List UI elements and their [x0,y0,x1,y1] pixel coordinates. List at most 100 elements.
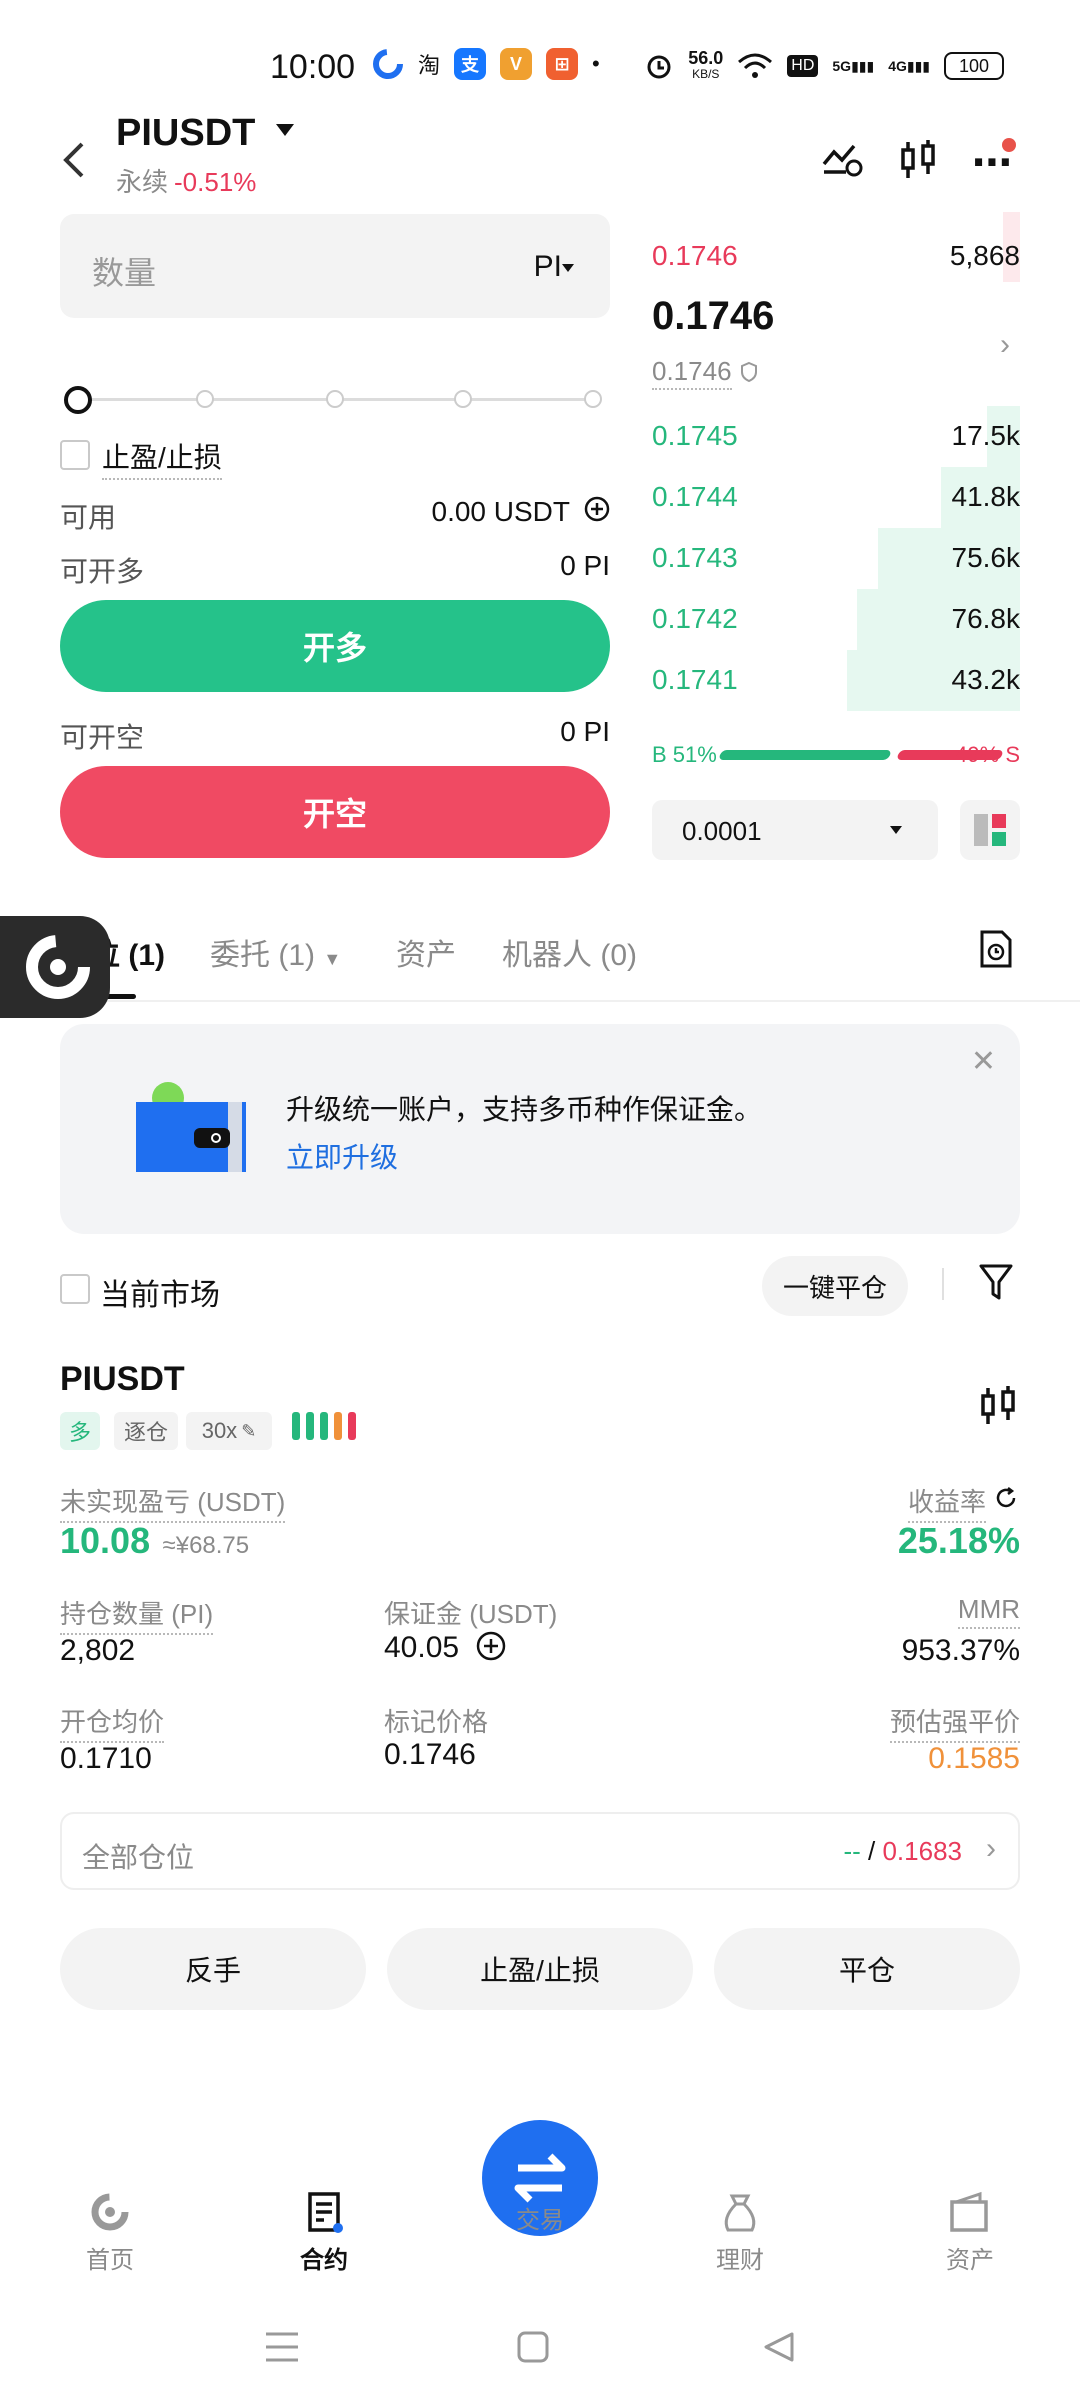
add-funds-icon[interactable] [584,496,610,522]
upl-label[interactable]: 未实现盈亏 (USDT) [60,1482,286,1523]
home-icon [91,2193,129,2231]
quantity-unit[interactable]: PI [534,250,562,284]
reverse-button[interactable]: 反手 [60,1928,366,2010]
slider-handle[interactable] [64,386,92,414]
bid-price[interactable]: 0.1745 [652,420,738,452]
ask-price[interactable]: 0.1746 [652,240,738,272]
tpsl-button[interactable]: 止盈/止损 [387,1928,693,2010]
current-market-label[interactable]: 当前市场 [100,1270,220,1314]
nav-home[interactable]: 首页 [50,2190,170,2275]
leverage-badge[interactable]: 30x ✎ [186,1412,272,1450]
ask-qty[interactable]: 5,868 [950,240,1020,272]
slider-step-75[interactable] [454,390,472,408]
status-time: 10:00 [270,48,356,86]
nav-finance[interactable]: 理财 [680,2190,800,2275]
open-long-button[interactable]: 开多 [60,600,610,692]
liq-price-value: 0.1585 [928,1742,1020,1775]
all-positions-row[interactable]: 全部仓位 -- / 0.1683 › [60,1812,1020,1890]
candlestick-chart-icon[interactable] [898,138,938,182]
margin-mode-badge: 逐仓 [114,1412,178,1450]
precision-select[interactable]: 0.0001 [652,800,938,860]
status-system-icons: 56.0 KB/S HD 5G▮▮▮ 4G▮▮▮ 100 [644,48,1004,82]
net-speed: 56.0 KB/S [688,48,724,81]
size-label[interactable]: 持仓数量 (PI) [60,1594,214,1635]
entry-price-value: 0.1710 [60,1742,152,1775]
tab-orders[interactable]: 委托 (1) ▼ [210,930,341,974]
current-market-checkbox[interactable] [60,1274,90,1304]
chevron-down-icon [890,826,902,834]
add-margin-icon[interactable] [475,1630,507,1662]
slider-step-50[interactable] [326,390,344,408]
upgrade-link[interactable]: 立即升级 [286,1136,398,1176]
margin-value-group: 40.05 [384,1630,507,1665]
mmr-value: 953.37% [901,1634,1020,1667]
upl-value-group: 10.08 ≈¥68.75 [60,1520,249,1562]
sell-ratio: 49% S [955,742,1020,767]
side-badge: 多 [60,1412,100,1450]
tpsl-label[interactable]: 止盈/止损 [102,436,222,480]
roi-label[interactable]: 收益率 [907,1482,986,1523]
taobao-icon: 淘 [418,53,441,78]
status-app-icons: 淘 支 V ⊞ • [372,48,600,80]
bid-price[interactable]: 0.1742 [652,603,738,635]
pair-dropdown-icon[interactable] [276,124,294,136]
back-chevron-icon[interactable] [60,140,90,191]
bid-qty[interactable]: 43.2k [952,664,1021,696]
bid-price[interactable]: 0.1741 [652,664,738,696]
mark-price-label: 标记价格 [384,1707,489,1737]
tab-assets[interactable]: 资产 [396,930,456,974]
bid-qty[interactable]: 76.8k [952,603,1021,635]
close-all-button[interactable]: 一键平仓 [762,1256,908,1316]
close-icon[interactable]: ✕ [971,1044,996,1079]
bid-price[interactable]: 0.1743 [652,542,738,574]
last-price[interactable]: 0.1746 [652,294,774,339]
back-gesture-icon[interactable] [762,2330,796,2369]
bid-qty[interactable]: 41.8k [952,481,1021,513]
risk-bar-3 [320,1412,328,1440]
risk-bar-5 [348,1412,356,1440]
bid-qty[interactable]: 75.6k [952,542,1021,574]
chevron-right-icon[interactable]: › [1000,328,1010,362]
tab-divider [0,1000,1080,1002]
slider-step-100[interactable] [584,390,602,408]
open-short-button[interactable]: 开空 [60,766,610,858]
quantity-input[interactable]: 数量 PI [60,214,610,318]
nav-contract[interactable]: 合约 [264,2190,384,2275]
close-position-button[interactable]: 平仓 [714,1928,1020,2010]
orderbook-layout-button[interactable] [960,800,1020,860]
divider [942,1268,944,1300]
tab-bots[interactable]: 机器人 (0) [502,930,637,974]
bid-price[interactable]: 0.1744 [652,481,738,513]
dot-icon: • [592,51,600,76]
nav-assets[interactable]: 资产 [910,2190,1030,2275]
open-short-label: 可开空 [60,722,145,753]
mmr-label[interactable]: MMR [957,1594,1020,1629]
liq-price-label[interactable]: 预估强平价 [889,1702,1020,1743]
filter-icon[interactable] [978,1262,1014,1302]
floating-assistant-button[interactable] [0,916,110,1018]
position-symbol[interactable]: PIUSDT [60,1360,185,1399]
status-bar: 10:00 淘 支 V ⊞ • 56.0 KB/S HD 5G▮▮▮ 4G▮▮▮… [0,40,1080,100]
home-gesture-icon[interactable] [516,2330,550,2369]
candlestick-chart-icon[interactable] [978,1384,1018,1428]
bid-qty[interactable]: 17.5k [952,420,1021,452]
unit-dropdown-icon[interactable] [562,264,574,272]
refresh-icon[interactable] [994,1486,1018,1510]
banner-text: 升级统一账户，支持多币种作保证金。 [286,1094,763,1125]
open-long-label: 可开多 [60,556,145,587]
pair-title[interactable]: PIUSDT [116,112,255,155]
app-v-icon: V [500,48,533,80]
margin-label: 保证金 (USDT) [384,1599,558,1629]
roi-value: 25.18% [897,1520,1020,1561]
order-history-icon[interactable] [978,928,1014,970]
upgrade-banner[interactable]: 升级统一账户，支持多币种作保证金。 立即升级 ✕ [60,1024,1020,1234]
app-grid-icon: ⊞ [546,48,579,80]
all-positions-label: 全部仓位 [82,1842,195,1873]
price-alert-icon[interactable] [820,138,866,178]
tpsl-checkbox[interactable] [60,440,90,470]
menu-gesture-icon[interactable] [264,2330,300,2369]
edit-icon: ✎ [241,1420,257,1441]
slider-step-25[interactable] [196,390,214,408]
nav-trade-label[interactable]: 交易 [480,2200,600,2235]
entry-price-label[interactable]: 开仓均价 [60,1702,165,1743]
